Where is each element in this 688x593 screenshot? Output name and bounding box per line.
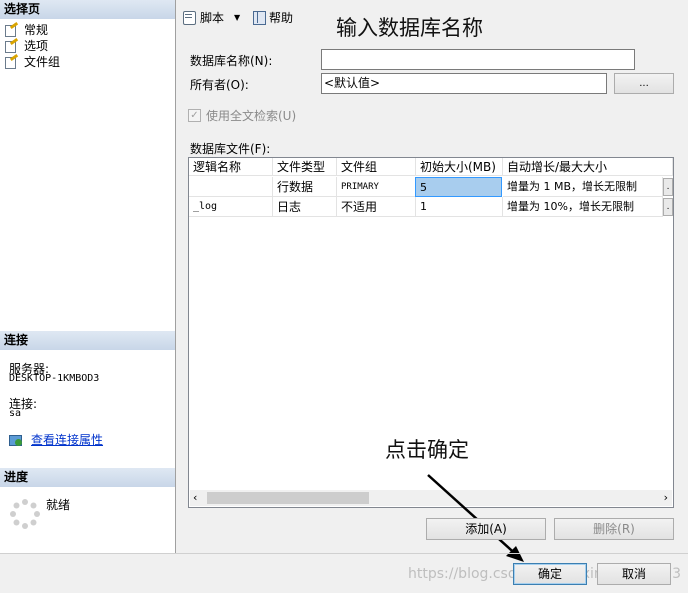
annotation-input-db-name: 输入数据库名称 (336, 16, 483, 40)
page-item-general[interactable]: 常规 (4, 21, 49, 38)
page-item-label: 常规 (24, 23, 49, 37)
chevron-down-icon[interactable]: ▼ (234, 13, 240, 22)
column-header[interactable]: 逻辑名称 (189, 158, 273, 176)
owner-browse-button[interactable]: ... (614, 73, 674, 94)
column-header[interactable]: 自动增长/最大大小 (503, 158, 673, 176)
autogrowth-browse-button[interactable]: . (663, 198, 673, 216)
table-cell[interactable]: 行数据 (273, 177, 337, 197)
script-label: 脚本 (200, 10, 225, 25)
connection-header: 连接 (0, 331, 175, 350)
autogrowth-browse-button[interactable]: . (663, 178, 673, 196)
table-cell[interactable]: 不适用 (337, 197, 416, 217)
scroll-right-icon[interactable]: › (664, 490, 668, 506)
page-item-options[interactable]: 选项 (4, 37, 49, 54)
help-icon (253, 10, 266, 25)
table-cell[interactable] (189, 177, 273, 197)
progress-header: 进度 (0, 468, 175, 487)
page-settings-icon (4, 37, 19, 53)
fulltext-label: 使用全文检索(U) (206, 109, 297, 123)
progress-status: 就绪 (46, 498, 71, 512)
cancel-button[interactable]: 取消 (597, 563, 671, 585)
script-button[interactable]: 脚本 ▼ (182, 8, 240, 26)
page-item-label: 选项 (24, 39, 49, 53)
column-header[interactable]: 文件组 (337, 158, 416, 176)
progress-spinner-icon (10, 499, 40, 529)
table-cell[interactable]: _log (189, 197, 273, 217)
table-cell[interactable]: 1 (416, 197, 503, 217)
column-header[interactable]: 文件类型 (273, 158, 337, 176)
select-page-header: 选择页 (0, 0, 175, 19)
annotation-click-ok: 点击确定 (385, 438, 469, 462)
left-panel: 选择页 常规 选项 文件组 连接 服务器: DESKTOP-1KMBOD3 连接… (0, 0, 176, 553)
server-value: DESKTOP-1KMBOD3 (9, 373, 100, 384)
help-label: 帮助 (269, 10, 294, 25)
page-settings-icon (4, 53, 19, 69)
footer-divider (0, 553, 688, 554)
table-cell[interactable]: 日志 (273, 197, 337, 217)
table-cell[interactable]: PRIMARY (337, 177, 416, 197)
scrollbar-thumb[interactable] (207, 492, 369, 504)
owner-label: 所有者(O): (190, 78, 249, 92)
page-item-label: 文件组 (24, 55, 61, 69)
db-name-label: 数据库名称(N): (190, 54, 273, 68)
properties-icon (9, 434, 23, 446)
owner-input[interactable]: <默认值> (321, 73, 607, 94)
view-connection-link[interactable]: 查看连接属性 (31, 431, 103, 448)
db-name-input[interactable] (321, 49, 635, 70)
connection-value: sa (9, 408, 22, 419)
ok-button[interactable]: 确定 (513, 563, 587, 585)
fulltext-checkbox[interactable]: ✓ (188, 109, 201, 122)
help-button[interactable]: 帮助 (253, 8, 293, 26)
db-files-label: 数据库文件(F): (190, 142, 271, 156)
scroll-left-icon[interactable]: ‹ (193, 490, 197, 506)
table-cell-selected[interactable]: 5 (415, 177, 502, 197)
page-settings-icon (4, 21, 19, 37)
table-cell[interactable]: 增量为 10%，增长无限制 (503, 197, 663, 217)
remove-button[interactable]: 删除(R) (554, 518, 674, 540)
view-connection-properties[interactable]: 查看连接属性 (9, 431, 103, 448)
fulltext-checkbox-row[interactable]: ✓ 使用全文检索(U) (188, 107, 296, 124)
page-item-filegroups[interactable]: 文件组 (4, 53, 61, 70)
column-header[interactable]: 初始大小(MB) (416, 158, 503, 176)
add-button[interactable]: 添加(A) (426, 518, 546, 540)
script-icon (182, 10, 196, 25)
table-cell[interactable]: 增量为 1 MB，增长无限制 (503, 177, 663, 197)
